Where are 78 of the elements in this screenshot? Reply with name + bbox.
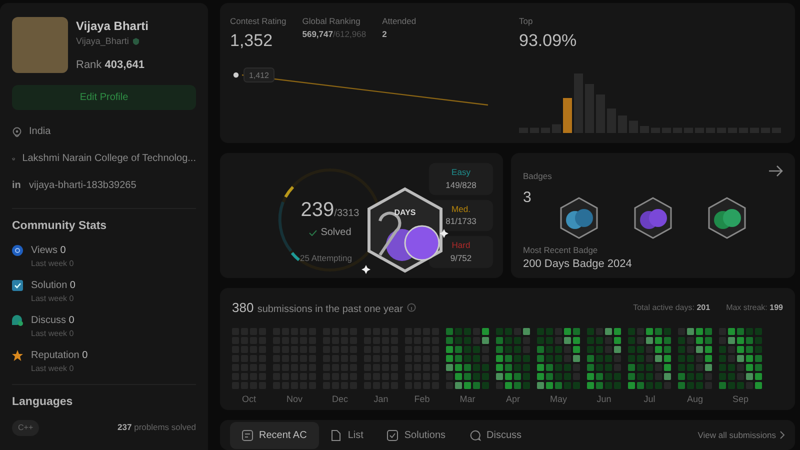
username: Vijaya_Bharti [76, 35, 129, 48]
activity-heatmap-drawing [587, 328, 621, 388]
arrow-right-icon[interactable] [769, 165, 783, 177]
info-text: Lakshmi Narain College of Technolog... [22, 152, 196, 166]
tooltip-value: 1,412 [248, 71, 270, 80]
tab[interactable]: Recent AC [230, 422, 319, 448]
profile-link[interactable]: vijaya-bharti-183b39265 [29, 178, 136, 193]
stat-label: Discuss 0 [31, 314, 74, 328]
submissions-summary: 380 submissions in the past one year [232, 299, 403, 317]
stat-label: Attended [382, 15, 416, 28]
shield-icon [132, 38, 139, 46]
contest-rating: 1,352 [230, 30, 274, 52]
month-label: Feb [414, 392, 430, 406]
active-days: Total active days: 201 [633, 302, 710, 314]
month-label: Jan [374, 392, 388, 406]
stat-label: Top [519, 15, 534, 28]
month-label: Jun [596, 392, 612, 406]
rank-text: Rank 403,641 [76, 58, 146, 72]
tooltip-background [244, 68, 274, 83]
linkedin-icon: in [12, 178, 22, 193]
edit-profile-button[interactable]: Edit Profile [12, 85, 196, 110]
photo-placeholder [12, 17, 68, 73]
activity-heatmap-drawing [446, 328, 489, 388]
month-label: Mar [460, 392, 476, 406]
list-icon [242, 430, 253, 440]
checkmark-icon [308, 230, 317, 236]
month-label: Nov [286, 392, 302, 406]
activity-heatmap-drawing [628, 328, 671, 388]
stat-label: Global Ranking [302, 15, 362, 28]
tab[interactable]: List [318, 422, 376, 448]
section-label: Badges [523, 170, 552, 183]
chat-bubble-icon [470, 430, 481, 440]
attended-count: 2 [382, 28, 388, 40]
activity-heatmap-drawing [678, 328, 712, 388]
problems-count: 237 problems solved [118, 421, 196, 434]
month-label: Apr [506, 392, 520, 406]
month-label: May [550, 392, 567, 406]
top-percentage: 93.09% [519, 30, 578, 52]
histogram-bar [563, 98, 572, 133]
section-label: Most Recent Badge [523, 244, 599, 256]
stat-sublabel: Last week 0 [30, 258, 75, 270]
info-icon [406, 303, 416, 312]
info-text: India [29, 125, 51, 139]
stat-sublabel: Last week 0 [30, 328, 75, 340]
recent-badge-name: 200 Days Badge 2024 [523, 257, 633, 272]
attempting-count: 25 Attempting [300, 252, 352, 265]
activity-heatmap-drawing [496, 328, 530, 388]
activity-heatmap-drawing [537, 328, 580, 388]
tab[interactable]: Solutions [375, 422, 458, 448]
tab[interactable]: Discuss [458, 422, 534, 448]
max-streak: Max streak: 199 [726, 302, 783, 314]
view-all-link[interactable]: View all submissions [698, 428, 785, 442]
stat-sublabel: Last week 0 [30, 363, 75, 376]
solved-count: 239/3313 [300, 198, 360, 223]
badge-count: 3 [523, 188, 532, 208]
month-label: Sep [732, 392, 748, 406]
stat-label: Contest Rating [230, 15, 286, 28]
solved-label: Solved [320, 226, 352, 240]
section-heading: Community Stats [12, 219, 108, 234]
data-point [233, 72, 239, 78]
month-label: Aug [686, 392, 703, 406]
month-label: Oct [242, 392, 256, 406]
checkbox-icon [387, 430, 398, 440]
location-pin-icon [12, 126, 22, 136]
activity-heatmap-drawing [719, 328, 762, 388]
chevron-right-icon [780, 431, 785, 439]
section-heading: Languages [12, 395, 74, 410]
stat-sublabel: Last week 0 [30, 293, 75, 306]
stat-label: Solution 0 [31, 279, 76, 294]
user-name: Vijaya Bharti [76, 18, 148, 35]
month-label: Jul [644, 392, 656, 406]
stat-label: Views 0 [31, 244, 66, 258]
month-label: Dec [332, 392, 348, 406]
difficulty-card: Easy 149/828 [429, 163, 493, 194]
language-tag: C++ [12, 420, 40, 436]
stat-label: Reputation 0 [31, 349, 88, 364]
document-icon [330, 430, 342, 440]
global-ranking: 569,747/612,968 [302, 28, 366, 40]
